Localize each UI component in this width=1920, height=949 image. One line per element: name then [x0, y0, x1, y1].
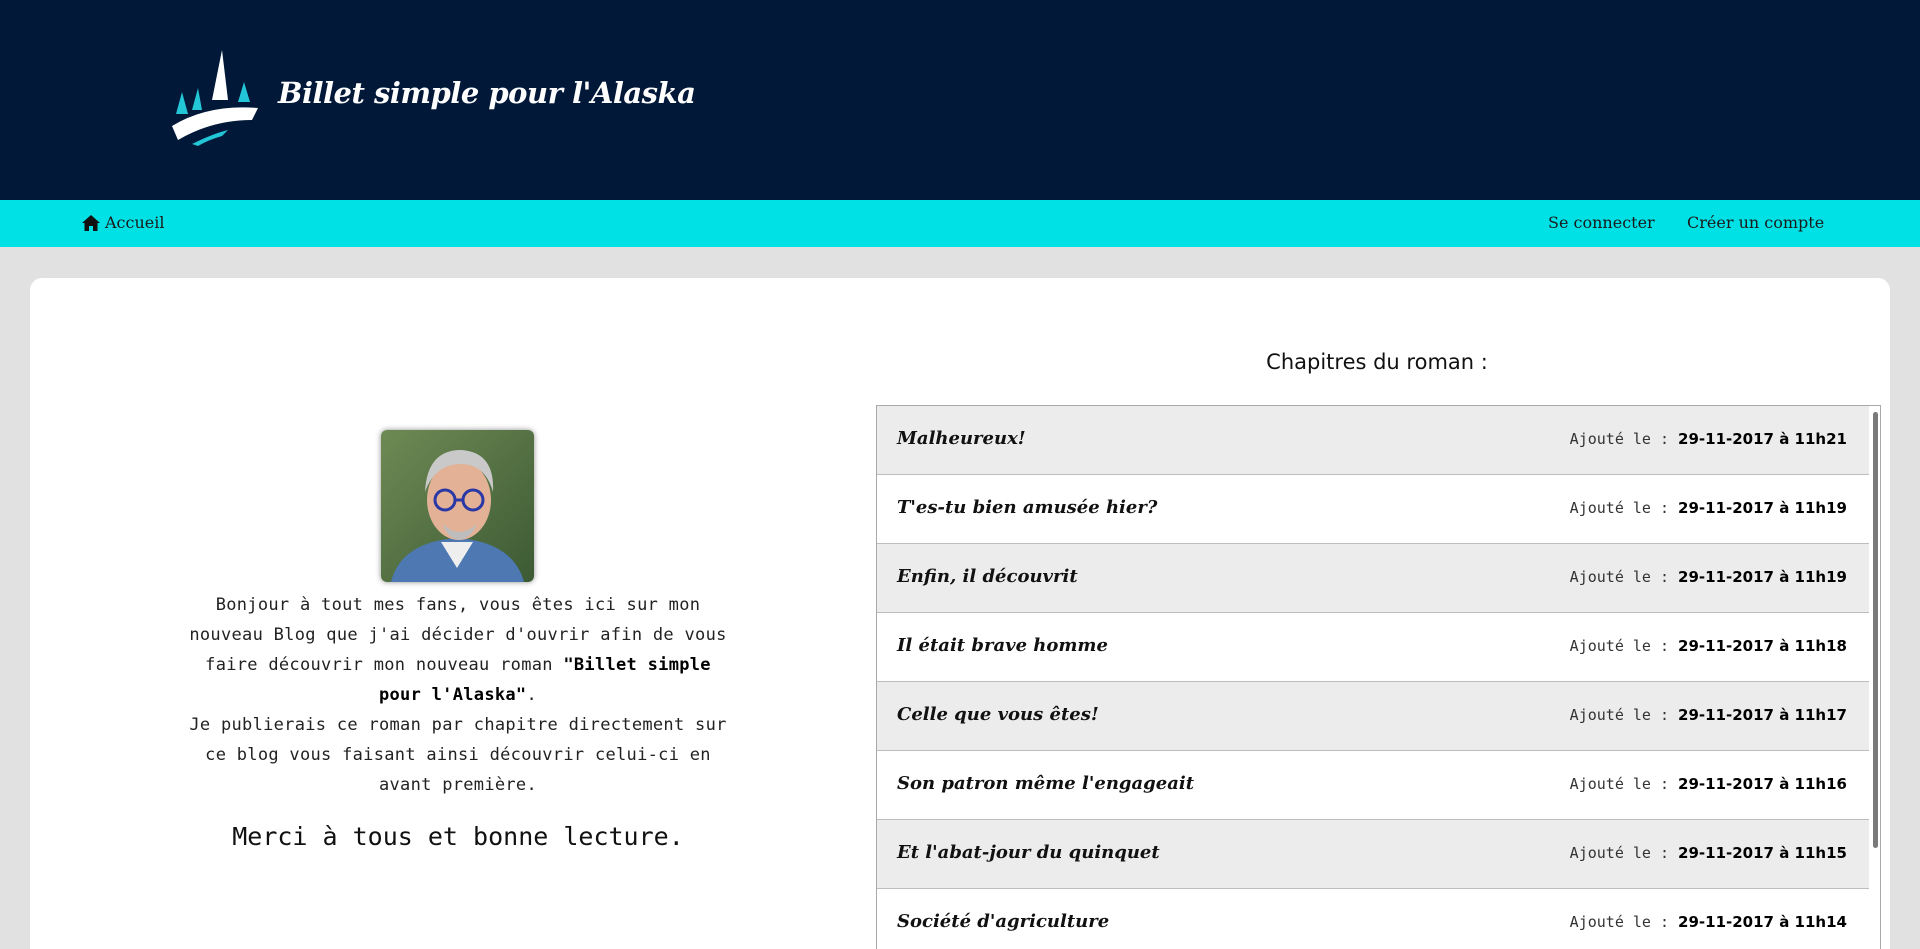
chapter-row[interactable]: Son patron même l'engageait Ajouté le : 2…: [877, 751, 1869, 820]
nav-home-label: Accueil: [105, 213, 165, 232]
chapter-title[interactable]: Et l'abat-jour du quinquet: [897, 842, 1160, 863]
chapter-row[interactable]: Malheureux! Ajouté le : 29-11-2017 à 11h2…: [877, 406, 1869, 475]
chapter-date-prefix: Ajouté le :: [1569, 913, 1679, 931]
chapter-date-prefix: Ajouté le :: [1569, 775, 1679, 793]
chapter-date-value: 29-11-2017 à 11h15: [1678, 844, 1847, 862]
chapter-date-value: 29-11-2017 à 11h17: [1678, 706, 1847, 724]
chapter-date-prefix: Ajouté le :: [1569, 844, 1679, 862]
chapter-date: Ajouté le : 29-11-2017 à 11h16: [1570, 775, 1847, 793]
site-header: Billet simple pour l'Alaska: [0, 0, 1920, 200]
chapter-date: Ajouté le : 29-11-2017 à 11h19: [1570, 568, 1847, 586]
chapter-row[interactable]: Celle que vous êtes! Ajouté le : 29-11-20…: [877, 682, 1869, 751]
chapter-row[interactable]: Il était brave homme Ajouté le : 29-11-20…: [877, 613, 1869, 682]
chapter-list-scrollbar[interactable]: [1873, 412, 1878, 848]
chapter-date-prefix: Ajouté le :: [1569, 568, 1679, 586]
chapter-date-value: 29-11-2017 à 11h19: [1678, 568, 1847, 586]
chapter-title[interactable]: Il était brave homme: [897, 635, 1108, 656]
chapter-date-prefix: Ajouté le :: [1569, 430, 1679, 448]
chapter-row[interactable]: Et l'abat-jour du quinquet Ajouté le : 29…: [877, 820, 1869, 889]
chapter-row[interactable]: Société d'agriculture Ajouté le : 29-11-2…: [877, 889, 1869, 949]
chapter-title[interactable]: Son patron même l'engageait: [897, 773, 1194, 794]
chapter-date-value: 29-11-2017 à 11h18: [1678, 637, 1847, 655]
chapter-title[interactable]: Enfin, il découvrit: [897, 566, 1078, 587]
register-link[interactable]: Créer un compte: [1687, 213, 1824, 232]
chapter-title[interactable]: T'es-tu bien amusée hier?: [897, 497, 1157, 518]
chapter-date: Ajouté le : 29-11-2017 à 11h18: [1570, 637, 1847, 655]
chapter-date-prefix: Ajouté le :: [1569, 706, 1679, 724]
nav-home-link[interactable]: Accueil: [82, 213, 164, 232]
intro-text: Bonjour à tout mes fans, vous êtes ici s…: [189, 595, 727, 795]
chapter-list[interactable]: Malheureux! Ajouté le : 29-11-2017 à 11h2…: [876, 405, 1881, 949]
main-card: Bonjour à tout mes fans, vous êtes ici s…: [30, 278, 1890, 949]
chapter-date: Ajouté le : 29-11-2017 à 11h19: [1570, 499, 1847, 517]
chapter-date-value: 29-11-2017 à 11h19: [1678, 499, 1847, 517]
top-navbar: Accueil Se connecter Créer un compte: [0, 200, 1920, 247]
chapters-heading: Chapitres du roman :: [1266, 350, 1488, 374]
chapter-date: Ajouté le : 29-11-2017 à 11h14: [1570, 913, 1847, 931]
chapter-date: Ajouté le : 29-11-2017 à 11h17: [1570, 706, 1847, 724]
chapter-date: Ajouté le : 29-11-2017 à 11h15: [1570, 844, 1847, 862]
chapter-title[interactable]: Société d'agriculture: [897, 911, 1109, 932]
thanks-message: Merci à tous et bonne lecture.: [232, 822, 684, 851]
chapter-date-value: 29-11-2017 à 11h21: [1678, 430, 1847, 448]
chapter-row[interactable]: T'es-tu bien amusée hier? Ajouté le : 29-…: [877, 475, 1869, 544]
chapter-title[interactable]: Celle que vous êtes!: [897, 704, 1099, 725]
chapter-row[interactable]: Enfin, il découvrit Ajouté le : 29-11-201…: [877, 544, 1869, 613]
chapter-title[interactable]: Malheureux!: [897, 428, 1026, 449]
home-icon: [82, 214, 100, 231]
author-avatar: [381, 430, 534, 582]
chapter-date-value: 29-11-2017 à 11h16: [1678, 775, 1847, 793]
chapter-date-prefix: Ajouté le :: [1569, 637, 1679, 655]
ship-sail-logo[interactable]: [168, 48, 260, 148]
chapter-date-prefix: Ajouté le :: [1569, 499, 1679, 517]
chapter-date: Ajouté le : 29-11-2017 à 11h21: [1570, 430, 1847, 448]
site-title[interactable]: Billet simple pour l'Alaska: [278, 76, 696, 110]
chapter-date-value: 29-11-2017 à 11h14: [1678, 913, 1847, 931]
login-link[interactable]: Se connecter: [1548, 213, 1655, 232]
